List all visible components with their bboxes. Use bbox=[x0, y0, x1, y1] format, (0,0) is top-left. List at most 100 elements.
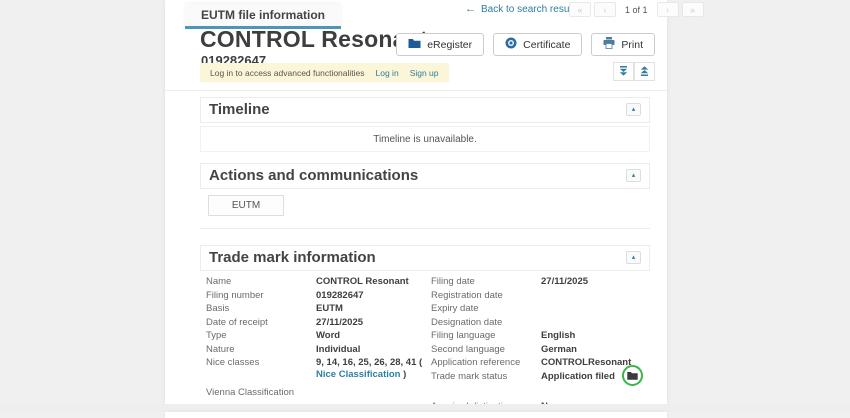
log-in-link[interactable]: Log in bbox=[376, 68, 399, 78]
field-value: Individual bbox=[316, 344, 360, 356]
timeline-section-header: Timeline ▴ bbox=[200, 97, 650, 123]
field-label: Nice classes bbox=[206, 357, 316, 369]
actions-communications-section: Actions and communications ▴ EUTM bbox=[200, 163, 650, 229]
field-row-name: Name CONTROL Resonant bbox=[200, 276, 425, 290]
field-value: EUTM bbox=[316, 303, 343, 315]
field-label: Expiry date bbox=[431, 303, 541, 315]
timeline-section: Timeline ▴ Timeline is unavailable. bbox=[200, 97, 650, 152]
next-section-edge bbox=[165, 412, 667, 418]
section-gap bbox=[0, 404, 850, 412]
back-to-search-link[interactable]: ← Back to search results bbox=[465, 3, 579, 15]
login-notice-bar: Log in to access advanced functionalitie… bbox=[200, 63, 449, 82]
trademark-right-column: Filing date 27/11/2025 Registration date… bbox=[425, 276, 650, 415]
collapse-all-icon bbox=[640, 64, 649, 79]
panels: Timeline ▴ Timeline is unavailable. Acti… bbox=[200, 97, 650, 418]
timeline-empty-message: Timeline is unavailable. bbox=[200, 126, 650, 152]
field-label: Type bbox=[206, 330, 316, 342]
pager-first-button[interactable]: « bbox=[569, 2, 591, 17]
expand-all-button[interactable] bbox=[613, 62, 634, 81]
field-value: 27/11/2025 bbox=[316, 317, 363, 329]
field-value: English bbox=[541, 330, 575, 342]
field-label: Nature bbox=[206, 344, 316, 356]
pager-count: 1 of 1 bbox=[625, 5, 648, 15]
field-label: Basis bbox=[206, 303, 316, 315]
field-value: Word bbox=[316, 330, 340, 342]
field-row-application-reference: Application reference CONTROLResonant bbox=[425, 357, 650, 371]
status-value: Application filed bbox=[541, 371, 615, 382]
field-row-basis: Basis EUTM bbox=[200, 303, 425, 317]
actions-section-body: EUTM bbox=[200, 189, 650, 229]
field-row-designation-date: Designation date bbox=[425, 317, 650, 331]
nice-classes-suffix: ) bbox=[400, 369, 406, 380]
printer-icon bbox=[603, 37, 615, 52]
field-label: Filing language bbox=[431, 330, 541, 342]
field-row-nice-classes: Nice classes 9, 14, 16, 25, 26, 28, 41 (… bbox=[200, 357, 425, 381]
sign-up-link[interactable]: Sign up bbox=[410, 68, 439, 78]
header-divider bbox=[165, 90, 667, 91]
field-row-trade-mark-status: Trade mark status Application filed bbox=[425, 371, 650, 385]
field-row-registration-date: Registration date bbox=[425, 290, 650, 304]
actions-section-title: Actions and communications bbox=[209, 167, 418, 184]
field-row-type: Type Word bbox=[200, 330, 425, 344]
results-pager: « ‹ 1 of 1 › » bbox=[569, 2, 704, 17]
field-label: Application reference bbox=[431, 357, 541, 369]
field-value: CONTROLResonant bbox=[541, 357, 631, 369]
eutm-actions-tab[interactable]: EUTM bbox=[208, 195, 284, 216]
folder-icon bbox=[408, 38, 421, 52]
field-row-date-of-receipt: Date of receipt 27/11/2025 bbox=[200, 317, 425, 331]
collapse-all-button[interactable] bbox=[634, 62, 655, 81]
pager-next-button[interactable]: › bbox=[657, 2, 679, 17]
field-label: Vienna Classification bbox=[206, 387, 316, 399]
field-label: Registration date bbox=[431, 290, 541, 302]
print-button-label: Print bbox=[621, 39, 643, 51]
timeline-collapse-button[interactable]: ▴ bbox=[626, 103, 641, 116]
field-label: Name bbox=[206, 276, 316, 288]
field-value: Application filed bbox=[541, 371, 643, 383]
field-row-nature: Nature Individual bbox=[200, 344, 425, 358]
status-application-filed-icon bbox=[622, 365, 643, 386]
expand-collapse-toggles bbox=[613, 62, 655, 81]
field-label: Designation date bbox=[431, 317, 541, 329]
nice-classification-link[interactable]: Nice Classification bbox=[316, 369, 400, 380]
trademark-collapse-button[interactable]: ▴ bbox=[626, 251, 641, 264]
field-row-filing-language: Filing language English bbox=[425, 330, 650, 344]
actions-section-header: Actions and communications ▴ bbox=[200, 163, 650, 189]
field-row-filing-date: Filing date 27/11/2025 bbox=[425, 276, 650, 290]
pager-prev-button[interactable]: ‹ bbox=[594, 2, 616, 17]
field-label: Date of receipt bbox=[206, 317, 316, 329]
certificate-button[interactable]: Certificate bbox=[493, 33, 582, 56]
page-title: CONTROL Resonant bbox=[200, 26, 428, 53]
field-row-expiry-date: Expiry date bbox=[425, 303, 650, 317]
trademark-left-column: Name CONTROL Resonant Filing number 0192… bbox=[200, 276, 425, 415]
trademark-section-title: Trade mark information bbox=[209, 249, 376, 266]
back-arrow-icon: ← bbox=[465, 3, 476, 15]
field-row-vienna-classification: Vienna Classification bbox=[200, 387, 425, 401]
field-value: 019282647 bbox=[316, 290, 364, 302]
back-link-label: Back to search results bbox=[481, 4, 579, 15]
eregister-button-label: eRegister bbox=[427, 39, 472, 51]
expand-all-icon bbox=[619, 64, 628, 79]
field-row-filing-number: Filing number 019282647 bbox=[200, 290, 425, 304]
field-row-second-language: Second language German bbox=[425, 344, 650, 358]
seal-icon bbox=[505, 37, 517, 52]
field-label: Filing date bbox=[431, 276, 541, 288]
field-value: 27/11/2025 bbox=[541, 276, 588, 288]
field-label: Trade mark status bbox=[431, 371, 541, 383]
print-button[interactable]: Print bbox=[591, 33, 655, 56]
field-value: CONTROL Resonant bbox=[316, 276, 409, 288]
content-column: EUTM file information ←Back to search re… bbox=[165, 0, 667, 404]
actions-collapse-button[interactable]: ▴ bbox=[626, 169, 641, 182]
field-value: 9, 14, 16, 25, 26, 28, 41 ( Nice Classif… bbox=[316, 357, 425, 381]
trademark-section-header: Trade mark information ▴ bbox=[200, 245, 650, 271]
field-label: Filing number bbox=[206, 290, 316, 302]
certificate-button-label: Certificate bbox=[523, 39, 570, 51]
header-action-buttons: eRegister Certificate Print bbox=[396, 33, 655, 56]
field-label: Second language bbox=[431, 344, 541, 356]
nice-classes-value: 9, 14, 16, 25, 26, 28, 41 ( bbox=[316, 357, 422, 368]
eregister-button[interactable]: eRegister bbox=[396, 33, 484, 56]
timeline-section-title: Timeline bbox=[209, 101, 270, 118]
trademark-information-section: Trade mark information ▴ Name CONTROL Re… bbox=[200, 245, 650, 418]
trademark-section-body: Name CONTROL Resonant Filing number 0192… bbox=[200, 271, 650, 418]
pager-last-button[interactable]: » bbox=[682, 2, 704, 17]
login-notice-message: Log in to access advanced functionalitie… bbox=[210, 68, 365, 78]
